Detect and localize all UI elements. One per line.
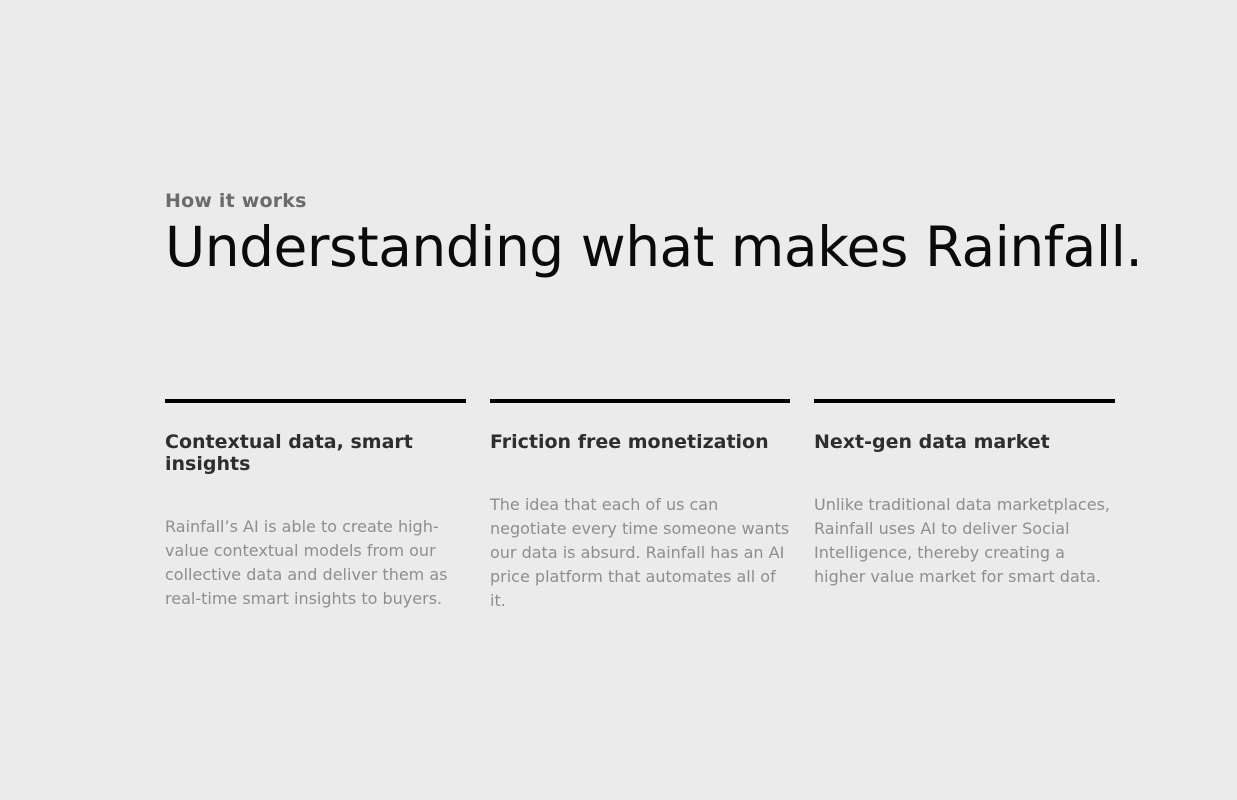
feature-description: Rainfall’s AI is able to create high-val…: [165, 517, 448, 608]
feature-card-friction-free-monetization: Friction free monetization The idea that…: [490, 399, 790, 613]
feature-list: Contextual data, smart insights Rainfall…: [165, 399, 1115, 613]
feature-description: The idea that each of us can negotiate e…: [490, 495, 790, 610]
feature-title: Contextual data, smart insights: [165, 431, 413, 475]
section-eyebrow: How it works: [165, 190, 307, 212]
feature-card-next-gen-data-market: Next-gen data market Unlike traditional …: [814, 399, 1115, 613]
section-headline: Understanding what makes Rainfall.: [165, 215, 1143, 279]
feature-title: Friction free monetization: [490, 431, 769, 453]
feature-description: Unlike traditional data marketplaces, Ra…: [814, 495, 1110, 586]
feature-title: Next-gen data market: [814, 431, 1050, 453]
feature-card-contextual-data: Contextual data, smart insights Rainfall…: [165, 399, 466, 613]
